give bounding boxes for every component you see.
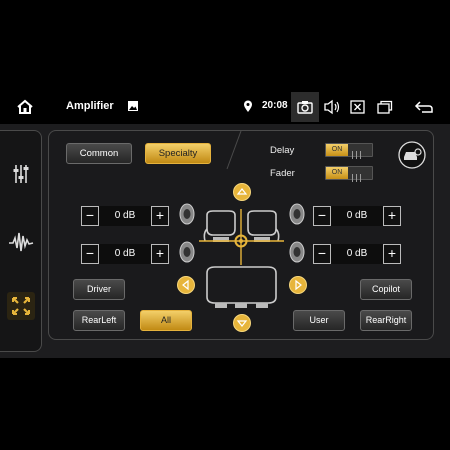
arrow-down-icon xyxy=(236,320,248,327)
car-seats-diagram[interactable] xyxy=(199,209,284,311)
move-right-button[interactable] xyxy=(289,276,307,294)
rear-right-plus-button[interactable]: + xyxy=(383,244,401,264)
delay-toggle-state: ON xyxy=(326,144,348,156)
fader-toggle[interactable]: ON xyxy=(325,166,373,182)
equalizer-sliders-icon[interactable] xyxy=(6,159,36,189)
specialty-tab[interactable]: Specialty xyxy=(145,143,211,164)
move-left-button[interactable] xyxy=(177,276,195,294)
rear-left-button[interactable]: RearLeft xyxy=(73,310,125,331)
toggle-grip-icon xyxy=(352,146,370,159)
close-box-icon[interactable] xyxy=(350,100,365,114)
volume-icon[interactable] xyxy=(323,99,341,115)
rear-left-volume: − 0 dB + xyxy=(81,244,169,264)
front-left-minus-button[interactable]: − xyxy=(81,206,99,226)
amplifier-screen: Common Specialty Delay ON Fader ON − 0 d… xyxy=(0,124,450,358)
front-right-minus-button[interactable]: − xyxy=(313,206,331,226)
position-crosshair xyxy=(199,209,284,265)
user-button[interactable]: User xyxy=(293,310,345,331)
rear-right-volume: − 0 dB + xyxy=(313,244,401,264)
back-icon[interactable] xyxy=(414,100,434,114)
move-down-button[interactable] xyxy=(233,314,251,332)
fader-toggle-state: ON xyxy=(326,167,348,179)
car-settings-icon[interactable] xyxy=(398,141,426,169)
sound-field-panel: Common Specialty Delay ON Fader ON − 0 d… xyxy=(48,130,434,340)
front-right-volume: − 0 dB + xyxy=(313,206,401,226)
arrow-up-icon xyxy=(236,188,248,195)
toggle-grip-icon xyxy=(352,169,370,182)
image-icon xyxy=(128,101,138,111)
rear-left-minus-button[interactable]: − xyxy=(81,244,99,264)
copilot-button[interactable]: Copilot xyxy=(360,279,412,300)
waveform-icon[interactable] xyxy=(6,227,36,257)
rear-right-minus-button[interactable]: − xyxy=(313,244,331,264)
sound-field-icon[interactable] xyxy=(6,291,36,321)
app-title: Amplifier xyxy=(66,100,114,112)
home-icon[interactable] xyxy=(16,98,34,116)
rear-left-value: 0 dB xyxy=(99,244,151,264)
front-left-volume: − 0 dB + xyxy=(81,206,169,226)
front-left-value: 0 dB xyxy=(99,206,151,226)
delay-label: Delay xyxy=(270,145,295,156)
windows-icon[interactable] xyxy=(377,100,393,114)
fader-label: Fader xyxy=(270,168,295,179)
camera-icon xyxy=(297,101,313,114)
delay-toggle[interactable]: ON xyxy=(325,143,373,159)
location-pin-icon xyxy=(244,100,252,112)
arrow-right-icon xyxy=(295,279,302,291)
all-button[interactable]: All xyxy=(140,310,192,331)
speaker-rear-left-icon xyxy=(179,241,195,263)
front-right-value: 0 dB xyxy=(331,206,383,226)
rear-left-plus-button[interactable]: + xyxy=(151,244,169,264)
camera-button[interactable] xyxy=(291,92,319,122)
arrow-left-icon xyxy=(182,279,189,291)
divider-line xyxy=(226,131,242,170)
move-up-button[interactable] xyxy=(233,183,251,201)
clock: 20:08 xyxy=(262,100,288,111)
speaker-front-left-icon xyxy=(179,203,195,225)
sidebar xyxy=(0,130,42,352)
rear-right-value: 0 dB xyxy=(331,244,383,264)
driver-button[interactable]: Driver xyxy=(73,279,125,300)
speaker-front-right-icon xyxy=(289,203,305,225)
front-left-plus-button[interactable]: + xyxy=(151,206,169,226)
rear-right-button[interactable]: RearRight xyxy=(360,310,412,331)
front-right-plus-button[interactable]: + xyxy=(383,206,401,226)
common-tab[interactable]: Common xyxy=(66,143,132,164)
speaker-rear-right-icon xyxy=(289,241,305,263)
